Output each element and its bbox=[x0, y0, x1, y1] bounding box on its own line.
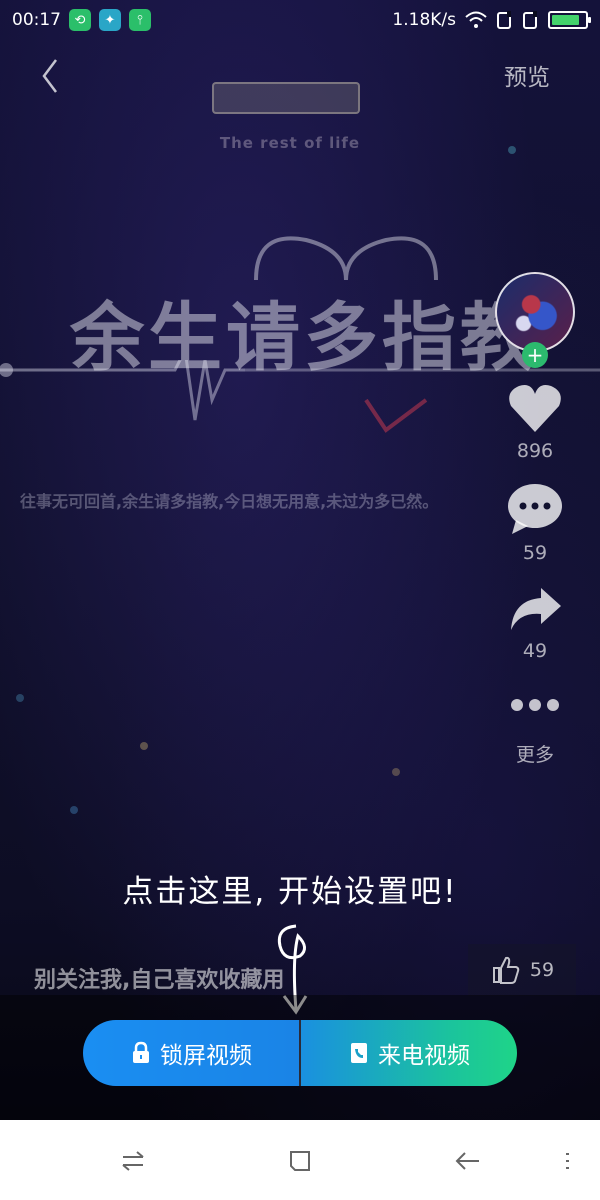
comment-icon[interactable] bbox=[506, 482, 564, 536]
more-dots-icon[interactable] bbox=[509, 698, 561, 712]
menu-icon[interactable] bbox=[552, 1146, 582, 1176]
heart-icon[interactable] bbox=[505, 382, 565, 434]
avatar[interactable] bbox=[495, 272, 575, 352]
sparkle bbox=[70, 806, 78, 814]
battery-icon bbox=[548, 11, 591, 29]
share-action[interactable]: 49 bbox=[507, 584, 563, 662]
like-pill-count: 59 bbox=[529, 959, 555, 981]
avatar-group[interactable]: + bbox=[495, 272, 575, 372]
signal-icon-2 bbox=[523, 11, 537, 29]
wifi-icon bbox=[465, 11, 487, 28]
share-icon[interactable] bbox=[507, 584, 563, 634]
like-action[interactable]: 896 bbox=[505, 382, 565, 462]
lock-screen-video-label: 锁屏视频 bbox=[160, 1043, 252, 1069]
art-title: 余生请多指教 bbox=[70, 295, 538, 381]
art-plate bbox=[212, 82, 360, 114]
video-description: 别关注我,自己喜欢收藏用 bbox=[34, 968, 285, 993]
like-count: 896 bbox=[516, 440, 554, 462]
chevron-left-icon bbox=[42, 59, 57, 93]
sparkle bbox=[508, 146, 516, 154]
setup-hint: 点击这里, 开始设置吧! bbox=[122, 874, 458, 910]
preview-button[interactable]: 预览 bbox=[504, 58, 550, 92]
status-time: 00:17 bbox=[12, 10, 61, 30]
lock-screen-video-button[interactable]: 锁屏视频 bbox=[83, 1020, 299, 1086]
comment-like-pill[interactable]: 59 bbox=[468, 944, 576, 996]
share-count: 49 bbox=[522, 640, 548, 662]
art-subtitle: The rest of life bbox=[219, 134, 361, 152]
system-nav-bar bbox=[0, 1120, 600, 1200]
switch-icon[interactable] bbox=[118, 1146, 148, 1176]
network-speed: 1.18K/s bbox=[392, 10, 456, 30]
back-arrow-icon[interactable] bbox=[452, 1146, 482, 1176]
usb-icon: ⫯ bbox=[129, 9, 151, 31]
signal-icon-1 bbox=[497, 11, 511, 29]
thumbs-up-icon bbox=[492, 956, 520, 984]
plus-icon[interactable]: + bbox=[522, 342, 548, 368]
video-preview-screen: The rest of life 余生请多指教 往事无可回首,余生请多指教,今日… bbox=[0, 0, 600, 1200]
incoming-call-video-button[interactable]: 来电视频 bbox=[301, 1020, 517, 1086]
side-actions: + 896 59 49 更多 bbox=[470, 272, 600, 767]
app-icon-green: ⟲ bbox=[69, 9, 91, 31]
phone-card-icon bbox=[351, 1043, 367, 1063]
more-action[interactable]: 更多 bbox=[509, 698, 561, 767]
action-bar: 锁屏视频 来电视频 bbox=[83, 1020, 517, 1086]
sparkle bbox=[392, 768, 400, 776]
more-label: 更多 bbox=[515, 744, 554, 766]
status-bar: 00:17 ⟲ ✦ ⫯ 1.18K/s bbox=[0, 0, 600, 40]
back-button[interactable] bbox=[32, 56, 68, 96]
sparkle bbox=[16, 694, 24, 702]
comment-count: 59 bbox=[522, 542, 548, 564]
square-icon[interactable] bbox=[285, 1146, 315, 1176]
incoming-call-video-label: 来电视频 bbox=[378, 1043, 470, 1069]
app-icon-teal: ✦ bbox=[99, 9, 121, 31]
lock-icon bbox=[133, 1041, 149, 1063]
comment-action[interactable]: 59 bbox=[506, 482, 564, 564]
sparkle bbox=[140, 742, 148, 750]
